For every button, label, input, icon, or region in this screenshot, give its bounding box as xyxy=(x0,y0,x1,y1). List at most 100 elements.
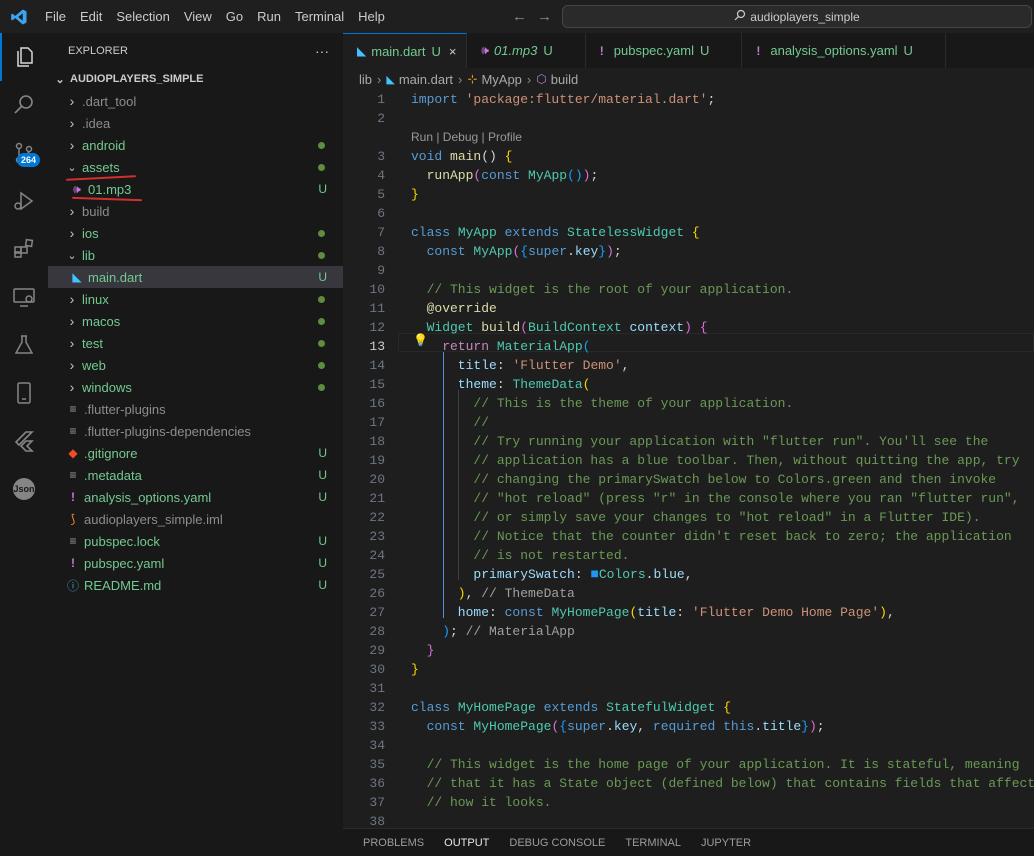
menu-item-go[interactable]: Go xyxy=(219,0,250,33)
panel-tab-debug-console[interactable]: DEBUG CONSOLE xyxy=(509,829,605,856)
code-token: title xyxy=(411,358,497,373)
menu-item-selection[interactable]: Selection xyxy=(109,0,176,33)
file-name: .flutter-plugins-dependencies xyxy=(84,423,251,439)
menu-item-help[interactable]: Help xyxy=(351,0,392,33)
git-status-dot xyxy=(318,141,325,149)
code-token: super xyxy=(528,244,568,259)
breadcrumb-method[interactable]: build xyxy=(551,72,578,87)
panel-tab-problems[interactable]: PROBLEMS xyxy=(363,829,424,856)
workspace-root[interactable]: ⌄ AUDIOPLAYERS_SIMPLE xyxy=(48,68,343,90)
json-icon[interactable]: Json xyxy=(0,465,48,513)
file-tree-item[interactable]: › .dart_tool xyxy=(48,90,343,112)
forward-arrow-icon[interactable]: → xyxy=(537,8,552,25)
file-tree-item[interactable]: ≡ .metadata U xyxy=(48,464,343,486)
back-arrow-icon[interactable]: ← xyxy=(512,8,527,25)
chevron-right-icon: › xyxy=(69,313,75,329)
run-debug-icon[interactable] xyxy=(0,177,48,225)
menu-item-edit[interactable]: Edit xyxy=(73,0,109,33)
vscode-logo-icon xyxy=(4,0,34,33)
code-line: class MyHomePage extends StatefulWidget … xyxy=(411,698,731,717)
search-view-icon[interactable] xyxy=(0,81,48,129)
file-tree-item[interactable]: ≡ pubspec.lock U xyxy=(48,530,343,552)
file-name: audioplayers_simple.iml xyxy=(84,511,223,527)
file-tree-item[interactable]: › windows xyxy=(48,376,343,398)
menu-item-file[interactable]: File xyxy=(38,0,73,33)
workspace-name: AUDIOPLAYERS_SIMPLE xyxy=(70,73,204,85)
close-icon[interactable]: × xyxy=(449,44,457,59)
code-line: } xyxy=(411,641,435,660)
file-tree-item[interactable]: ! analysis_options.yaml U xyxy=(48,486,343,508)
file-tree-item[interactable]: ≡ .flutter-plugins xyxy=(48,398,343,420)
file-name: main.dart xyxy=(88,269,143,285)
line-number: 4 xyxy=(377,168,385,183)
chevron-right-icon: › xyxy=(69,93,75,109)
git-status-badge: U xyxy=(318,468,327,482)
remote-explorer-icon[interactable] xyxy=(0,273,48,321)
git-status-badge: U xyxy=(318,534,327,548)
line-number: 1 xyxy=(377,92,385,107)
code-line: } xyxy=(411,660,419,679)
code-line: // changing the primarySwatch below to C… xyxy=(411,470,996,489)
breadcrumb-class[interactable]: MyApp xyxy=(481,72,521,87)
file-tree-item[interactable]: › .idea xyxy=(48,112,343,134)
file-tree-item[interactable]: › ios xyxy=(48,222,343,244)
file-tree-item[interactable]: ◣ main.dart U xyxy=(48,266,343,288)
code-token: } xyxy=(411,643,435,658)
device-icon[interactable] xyxy=(0,369,48,417)
line-number: 11 xyxy=(369,301,385,316)
menu-item-run[interactable]: Run xyxy=(250,0,288,33)
file-tree-item[interactable]: › android xyxy=(48,134,343,156)
code-line: // that it has a State object (defined b… xyxy=(411,774,1034,793)
explorer-icon[interactable] xyxy=(0,33,48,81)
code-token: primarySwatch xyxy=(411,567,575,582)
more-actions-icon[interactable]: ··· xyxy=(315,43,329,59)
line-number: 20 xyxy=(369,472,385,487)
codelens-run-debug[interactable]: Run | Debug | Profile xyxy=(411,128,522,147)
tab-main-dart[interactable]: ◣ main.dart U × xyxy=(343,33,468,68)
code-editor[interactable]: 💡 1 import 'package:flutter/material.dart… xyxy=(343,90,1034,828)
menu-item-terminal[interactable]: Terminal xyxy=(288,0,351,33)
line-number: 37 xyxy=(369,795,385,810)
line-number: 24 xyxy=(369,548,385,563)
tab-label: main.dart xyxy=(371,43,426,59)
command-center-search[interactable]: audioplayers_simple xyxy=(562,5,1032,28)
code-token: } xyxy=(411,187,419,202)
tab-01-mp3[interactable]: 🕪 01.mp3 U xyxy=(467,33,586,68)
file-tree-item[interactable]: ! pubspec.yaml U xyxy=(48,552,343,574)
file-tree-item[interactable]: › build xyxy=(48,200,343,222)
breadcrumb-file[interactable]: main.dart xyxy=(399,72,453,87)
code-token: , xyxy=(684,567,693,582)
tab-pubspec-yaml[interactable]: ! pubspec.yaml U xyxy=(585,33,743,68)
testing-icon[interactable] xyxy=(0,321,48,369)
code-token: title xyxy=(762,719,802,734)
panel-tab-output[interactable]: OUTPUT xyxy=(444,829,490,856)
dart-file-icon: ◣ xyxy=(386,73,395,86)
file-tree-item[interactable]: › test xyxy=(48,332,343,354)
tab-analysis-options-yaml[interactable]: ! analysis_options.yaml U xyxy=(742,33,946,68)
code-token: // This widget is the home page of your … xyxy=(411,757,1020,772)
panel-tab-terminal[interactable]: TERMINAL xyxy=(625,829,681,856)
panel-tab-jupyter[interactable]: JUPYTER xyxy=(701,829,751,856)
file-name: web xyxy=(82,357,106,373)
line-number: 23 xyxy=(369,529,385,544)
file-tree-item[interactable]: › linux xyxy=(48,288,343,310)
code-token: title xyxy=(637,605,677,620)
file-tree-item[interactable]: ⌄ assets xyxy=(48,156,343,178)
tab-label: analysis_options.yaml xyxy=(770,43,898,58)
menu-item-view[interactable]: View xyxy=(177,0,219,33)
file-tree-item[interactable]: ≡ .flutter-plugins-dependencies xyxy=(48,420,343,442)
file-name: analysis_options.yaml xyxy=(84,489,212,505)
line-number: 17 xyxy=(369,415,385,430)
breadcrumb-folder[interactable]: lib xyxy=(359,72,372,87)
file-tree-item[interactable]: ◆ .gitignore U xyxy=(48,442,343,464)
file-tree-item[interactable]: › web xyxy=(48,354,343,376)
file-tree-item[interactable]: › macos xyxy=(48,310,343,332)
chevron-right-icon: › xyxy=(69,225,75,241)
tab-label: 01.mp3 xyxy=(493,43,538,58)
file-tree-item[interactable]: ⌄ lib xyxy=(48,244,343,266)
git-status-dot xyxy=(318,229,325,237)
file-tree-item[interactable]: ⟆ audioplayers_simple.iml xyxy=(48,508,343,530)
file-tree-item[interactable]: ⓘ README.md U xyxy=(48,574,343,596)
flutter-icon[interactable] xyxy=(0,417,48,465)
extensions-icon[interactable] xyxy=(0,225,48,273)
